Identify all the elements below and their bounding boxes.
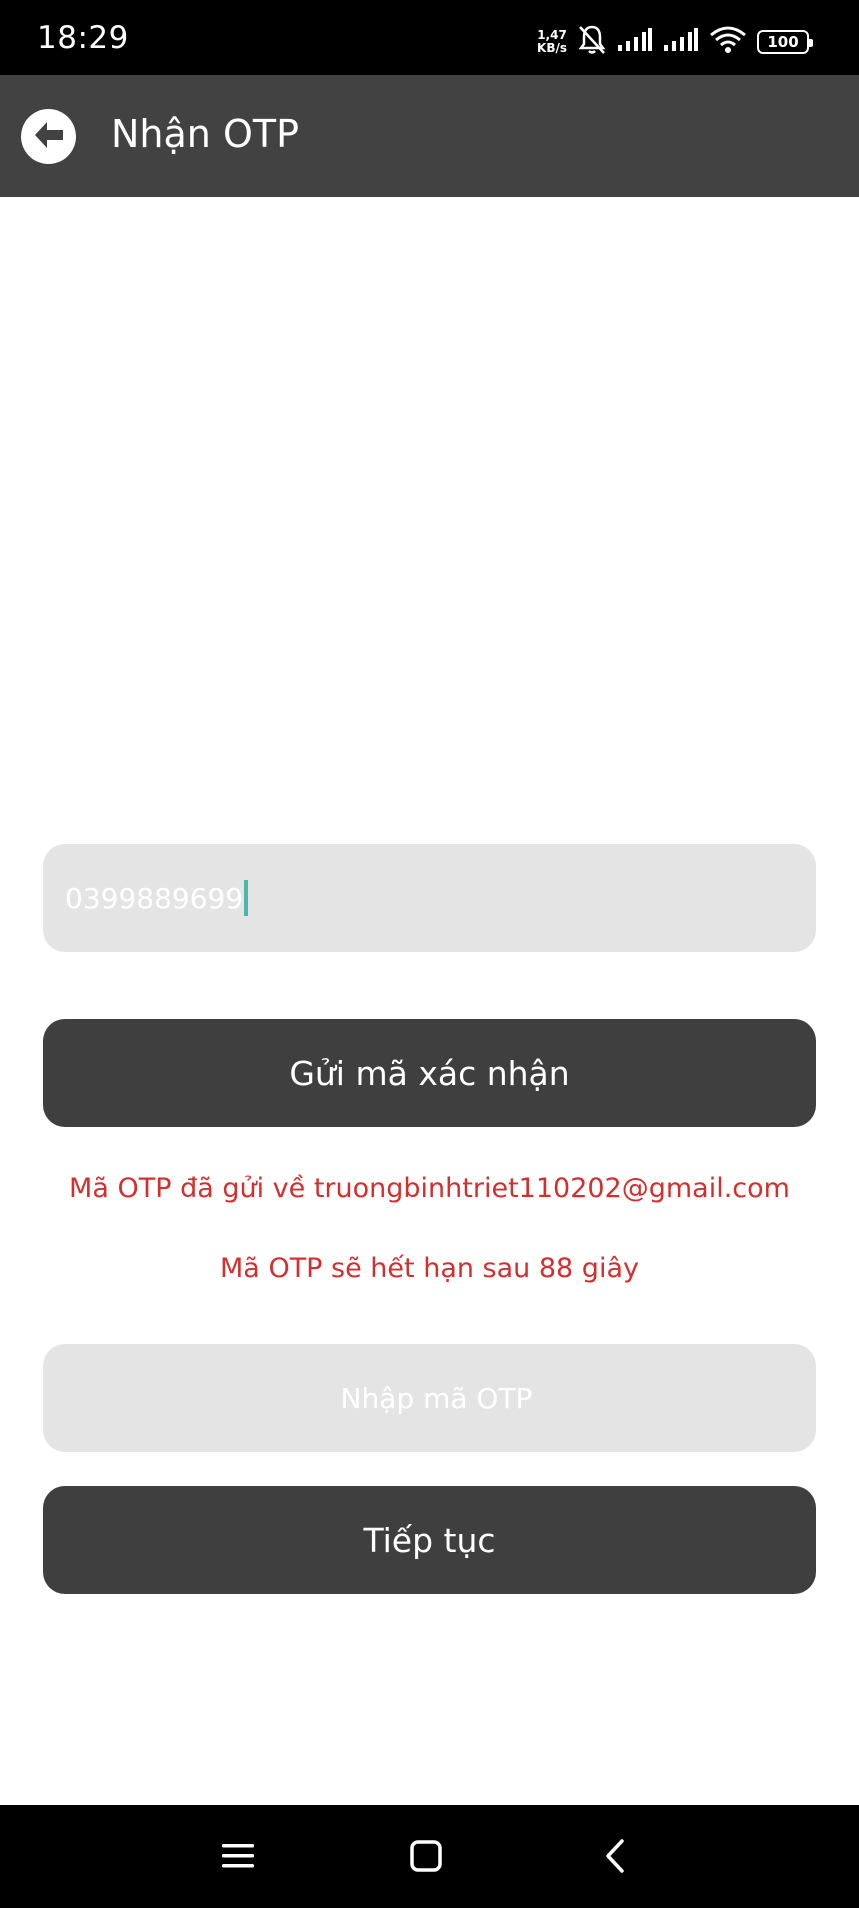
recent-apps-button[interactable] xyxy=(213,1833,263,1883)
continue-button[interactable]: Tiếp tục xyxy=(43,1486,816,1594)
send-code-button[interactable]: Gửi mã xác nhận xyxy=(43,1019,816,1127)
wifi-icon xyxy=(709,25,747,59)
menu-icon xyxy=(221,1841,255,1875)
bell-muted-icon xyxy=(577,24,607,60)
otp-input-placeholder: Nhập mã OTP xyxy=(340,1381,533,1415)
otp-input[interactable]: Nhập mã OTP xyxy=(43,1344,816,1452)
network-speed-unit: KB/s xyxy=(537,41,567,55)
text-caret xyxy=(244,880,249,916)
back-button[interactable] xyxy=(21,109,76,164)
status-bar: 18:29 1,47 KB/s 100 xyxy=(0,0,859,75)
phone-input-value: 0399889699 xyxy=(65,881,244,915)
status-time: 18:29 xyxy=(37,20,129,56)
back-chevron-icon xyxy=(602,1838,628,1878)
otp-sent-notice: Mã OTP đã gửi về truongbinhtriet110202@g… xyxy=(69,1173,790,1204)
otp-expiry-notice: Mã OTP sẽ hết hạn sau 88 giây xyxy=(220,1253,639,1284)
home-square-icon xyxy=(409,1839,443,1877)
arrow-left-icon xyxy=(32,120,66,154)
battery-icon: 100 xyxy=(757,30,813,54)
battery-level: 100 xyxy=(767,33,799,51)
continue-button-label: Tiếp tục xyxy=(363,1520,496,1560)
system-back-button[interactable] xyxy=(590,1833,640,1883)
send-code-button-label: Gửi mã xác nhận xyxy=(289,1053,570,1093)
network-speed: 1,47 KB/s xyxy=(537,29,567,55)
signal-icon xyxy=(663,27,699,57)
page-title: Nhận OTP xyxy=(111,112,299,156)
system-nav-bar xyxy=(0,1805,859,1908)
app-bar: Nhận OTP xyxy=(0,75,859,197)
phone-input[interactable]: 0399889699 xyxy=(43,844,816,952)
signal-icon xyxy=(617,27,653,57)
status-icons: 1,47 KB/s 100 xyxy=(537,22,813,62)
home-button[interactable] xyxy=(401,1833,451,1883)
